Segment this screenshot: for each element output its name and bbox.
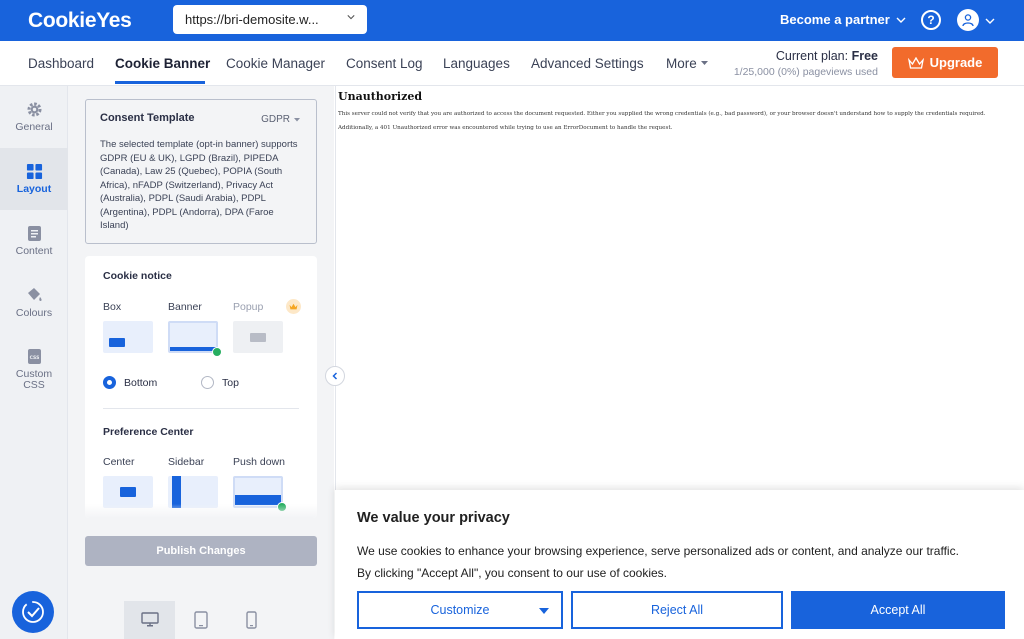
sidebar-item-label: General bbox=[15, 121, 53, 133]
error-message: Additionally, a 401 Unauthorized error w… bbox=[338, 125, 673, 131]
position-top-radio[interactable] bbox=[201, 376, 214, 389]
sidebar-item-label: Content bbox=[15, 245, 53, 257]
option-box-label: Box bbox=[103, 301, 122, 313]
nav-languages[interactable]: Languages bbox=[443, 56, 510, 71]
main-nav: Dashboard Cookie Banner Cookie Manager C… bbox=[0, 41, 1024, 86]
chevron-left-icon bbox=[332, 372, 338, 380]
chevron-down-icon bbox=[896, 17, 906, 23]
upgrade-label: Upgrade bbox=[929, 55, 983, 70]
paint-bucket-icon bbox=[28, 288, 42, 301]
tablet-icon bbox=[193, 611, 208, 629]
sidebar-item-label: Colours bbox=[15, 307, 53, 319]
avatar[interactable] bbox=[957, 9, 979, 31]
upgrade-button[interactable]: Upgrade bbox=[892, 47, 998, 78]
law-selector[interactable]: GDPR bbox=[261, 114, 300, 125]
sidebar-item-content[interactable]: Content bbox=[0, 210, 68, 272]
banner-text-line: By clicking "Accept All", you consent to… bbox=[357, 566, 668, 580]
option-sidebar-label: Sidebar bbox=[168, 456, 205, 468]
desktop-icon bbox=[140, 612, 159, 627]
mobile-icon bbox=[246, 611, 257, 629]
nav-more[interactable]: More bbox=[666, 56, 708, 71]
pageviews-usage: 1/25,000 (0%) pageviews used bbox=[733, 66, 878, 78]
site-url: https://bri-demosite.w... bbox=[185, 12, 319, 27]
customize-button[interactable]: Customize bbox=[357, 591, 563, 629]
option-banner-label: Banner bbox=[168, 301, 202, 313]
active-tab-indicator bbox=[115, 81, 205, 84]
option-push-down-label: Push down bbox=[233, 456, 285, 468]
layout-options-card: Cookie notice Box Banner Popup Bottom To… bbox=[85, 256, 317, 518]
premium-crown-icon bbox=[286, 299, 301, 314]
layout-icon bbox=[26, 163, 42, 180]
current-plan: Current plan: Free bbox=[775, 49, 878, 63]
caret-down-icon bbox=[539, 608, 549, 614]
cookieyes-logo[interactable]: CookieYes bbox=[28, 9, 132, 33]
banner-text-line: We use cookies to enhance your browsing … bbox=[357, 544, 959, 558]
layout-banner-thumbnail[interactable] bbox=[168, 321, 218, 353]
chevron-down-icon bbox=[347, 15, 355, 20]
scroll-fade bbox=[85, 504, 317, 518]
position-top-label: Top bbox=[222, 377, 239, 389]
crown-icon bbox=[907, 56, 924, 69]
editor-sidebar: General Layout Content Colours CSS Custo… bbox=[0, 86, 68, 639]
cookie-notice-heading: Cookie notice bbox=[103, 270, 172, 282]
badge-check-icon bbox=[22, 601, 44, 623]
sidebar-item-label: Custom CSS bbox=[15, 367, 53, 391]
sidebar-item-general[interactable]: General bbox=[0, 86, 68, 148]
user-icon bbox=[962, 14, 974, 27]
consent-template-description: The selected template (opt-in banner) su… bbox=[100, 139, 298, 231]
desktop-preview-button[interactable] bbox=[124, 601, 175, 639]
consent-template-box: Consent Template GDPR The selected templ… bbox=[85, 99, 317, 244]
cookie-banner-preview: We value your privacy We use cookies to … bbox=[335, 490, 1024, 639]
plan-info: Current plan: Free 1/25,000 (0%) pagevie… bbox=[720, 49, 878, 78]
caret-down-icon bbox=[700, 61, 708, 65]
sidebar-item-custom-css[interactable]: CSS Custom CSS bbox=[0, 334, 68, 404]
nav-more-label: More bbox=[666, 56, 697, 71]
preference-center-heading: Preference Center bbox=[103, 426, 194, 438]
nav-cookie-banner[interactable]: Cookie Banner bbox=[115, 56, 210, 71]
sidebar-item-colours[interactable]: Colours bbox=[0, 272, 68, 334]
option-center-label: Center bbox=[103, 456, 135, 468]
svg-text:CSS: CSS bbox=[29, 355, 39, 361]
selected-check-icon bbox=[212, 347, 222, 357]
nav-dashboard[interactable]: Dashboard bbox=[28, 56, 94, 71]
help-icon[interactable]: ? bbox=[921, 10, 941, 30]
position-bottom-label: Bottom bbox=[124, 377, 158, 389]
css-file-icon: CSS bbox=[27, 348, 41, 364]
position-bottom-radio[interactable] bbox=[103, 376, 116, 389]
reject-all-button[interactable]: Reject All bbox=[571, 591, 783, 629]
site-selector[interactable]: https://bri-demosite.w... bbox=[173, 5, 367, 34]
become-partner-menu[interactable]: Become a partner bbox=[780, 12, 906, 27]
option-popup-label: Popup bbox=[233, 301, 264, 313]
device-preview-switcher bbox=[124, 601, 278, 639]
gear-icon bbox=[26, 102, 42, 117]
sidebar-item-label: Layout bbox=[16, 183, 52, 195]
banner-title: We value your privacy bbox=[357, 510, 510, 526]
document-icon bbox=[27, 226, 41, 241]
top-bar: CookieYes https://bri-demosite.w... Beco… bbox=[0, 0, 1024, 41]
mobile-preview-button[interactable] bbox=[226, 601, 277, 639]
law-selector-value: GDPR bbox=[261, 114, 290, 125]
publish-changes-button[interactable]: Publish Changes bbox=[85, 536, 317, 566]
cookie-scan-button[interactable] bbox=[12, 591, 54, 633]
caret-down-icon bbox=[294, 117, 300, 121]
collapse-panel-button[interactable] bbox=[325, 366, 345, 386]
nav-consent-log[interactable]: Consent Log bbox=[346, 56, 423, 71]
customize-label: Customize bbox=[430, 603, 490, 617]
error-title: Unauthorized bbox=[338, 90, 423, 103]
layout-popup-thumbnail[interactable] bbox=[233, 321, 283, 353]
section-divider bbox=[103, 408, 299, 409]
nav-cookie-manager[interactable]: Cookie Manager bbox=[226, 56, 325, 71]
error-message: This server could not verify that you ar… bbox=[338, 111, 986, 117]
banner-text: We use cookies to enhance your browsing … bbox=[357, 540, 1007, 584]
become-partner-label: Become a partner bbox=[780, 12, 890, 27]
layout-box-thumbnail[interactable] bbox=[103, 321, 153, 353]
sidebar-item-layout[interactable]: Layout bbox=[0, 148, 68, 210]
nav-advanced-settings[interactable]: Advanced Settings bbox=[531, 56, 644, 71]
layout-settings-panel: Consent Template GDPR The selected templ… bbox=[68, 86, 334, 639]
tablet-preview-button[interactable] bbox=[175, 601, 226, 639]
accept-all-button[interactable]: Accept All bbox=[791, 591, 1005, 629]
chevron-down-icon[interactable] bbox=[985, 16, 995, 26]
